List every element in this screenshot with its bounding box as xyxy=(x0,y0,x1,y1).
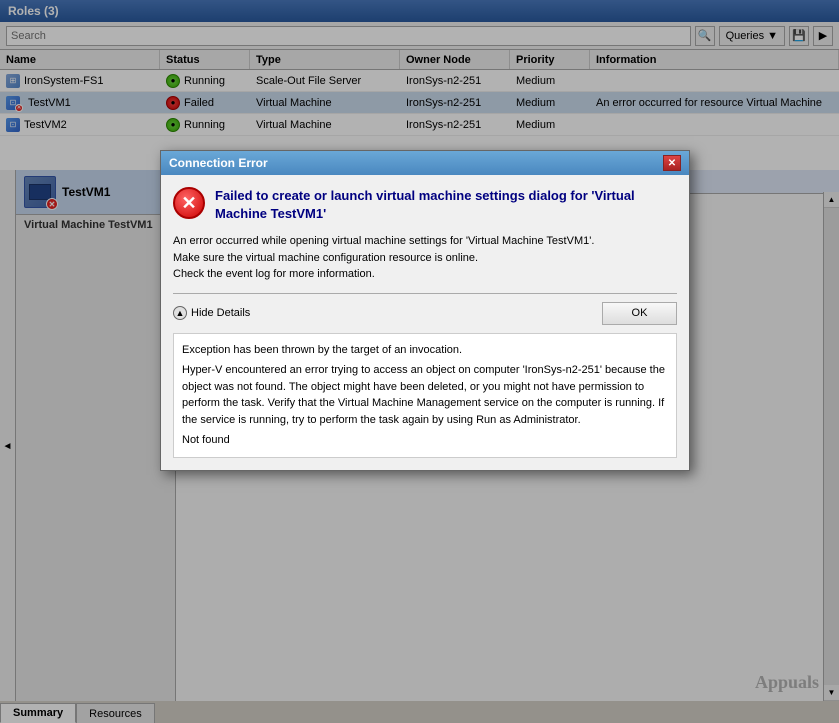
details-line3: Not found xyxy=(182,432,668,449)
dialog-error-row: ✕ Failed to create or launch virtual mac… xyxy=(173,187,677,223)
dialog-error-title: Failed to create or launch virtual machi… xyxy=(215,187,677,223)
dialog-actions: ▲ Hide Details OK xyxy=(173,302,677,325)
dialog-separator xyxy=(173,293,677,294)
details-line2: Hyper-V encountered an error trying to a… xyxy=(182,362,668,428)
dialog-message: An error occurred while opening virtual … xyxy=(173,233,677,283)
hide-details-button[interactable]: ▲ Hide Details xyxy=(173,306,250,320)
dialog-body: ✕ Failed to create or launch virtual mac… xyxy=(161,175,689,470)
hide-details-icon: ▲ xyxy=(173,306,187,320)
dialog-title: Connection Error xyxy=(169,156,268,170)
modal-overlay: Connection Error ✕ ✕ Failed to create or… xyxy=(0,0,839,723)
hide-details-label: Hide Details xyxy=(191,307,250,319)
dialog-details: Exception has been thrown by the target … xyxy=(173,333,677,458)
error-symbol: ✕ xyxy=(181,193,196,214)
error-icon: ✕ xyxy=(173,187,205,219)
close-icon: ✕ xyxy=(668,158,676,169)
ok-button[interactable]: OK xyxy=(602,302,677,325)
details-line1: Exception has been thrown by the target … xyxy=(182,342,668,359)
dialog-titlebar: Connection Error ✕ xyxy=(161,151,689,175)
dialog-close-button[interactable]: ✕ xyxy=(663,155,681,171)
connection-error-dialog: Connection Error ✕ ✕ Failed to create or… xyxy=(160,150,690,471)
